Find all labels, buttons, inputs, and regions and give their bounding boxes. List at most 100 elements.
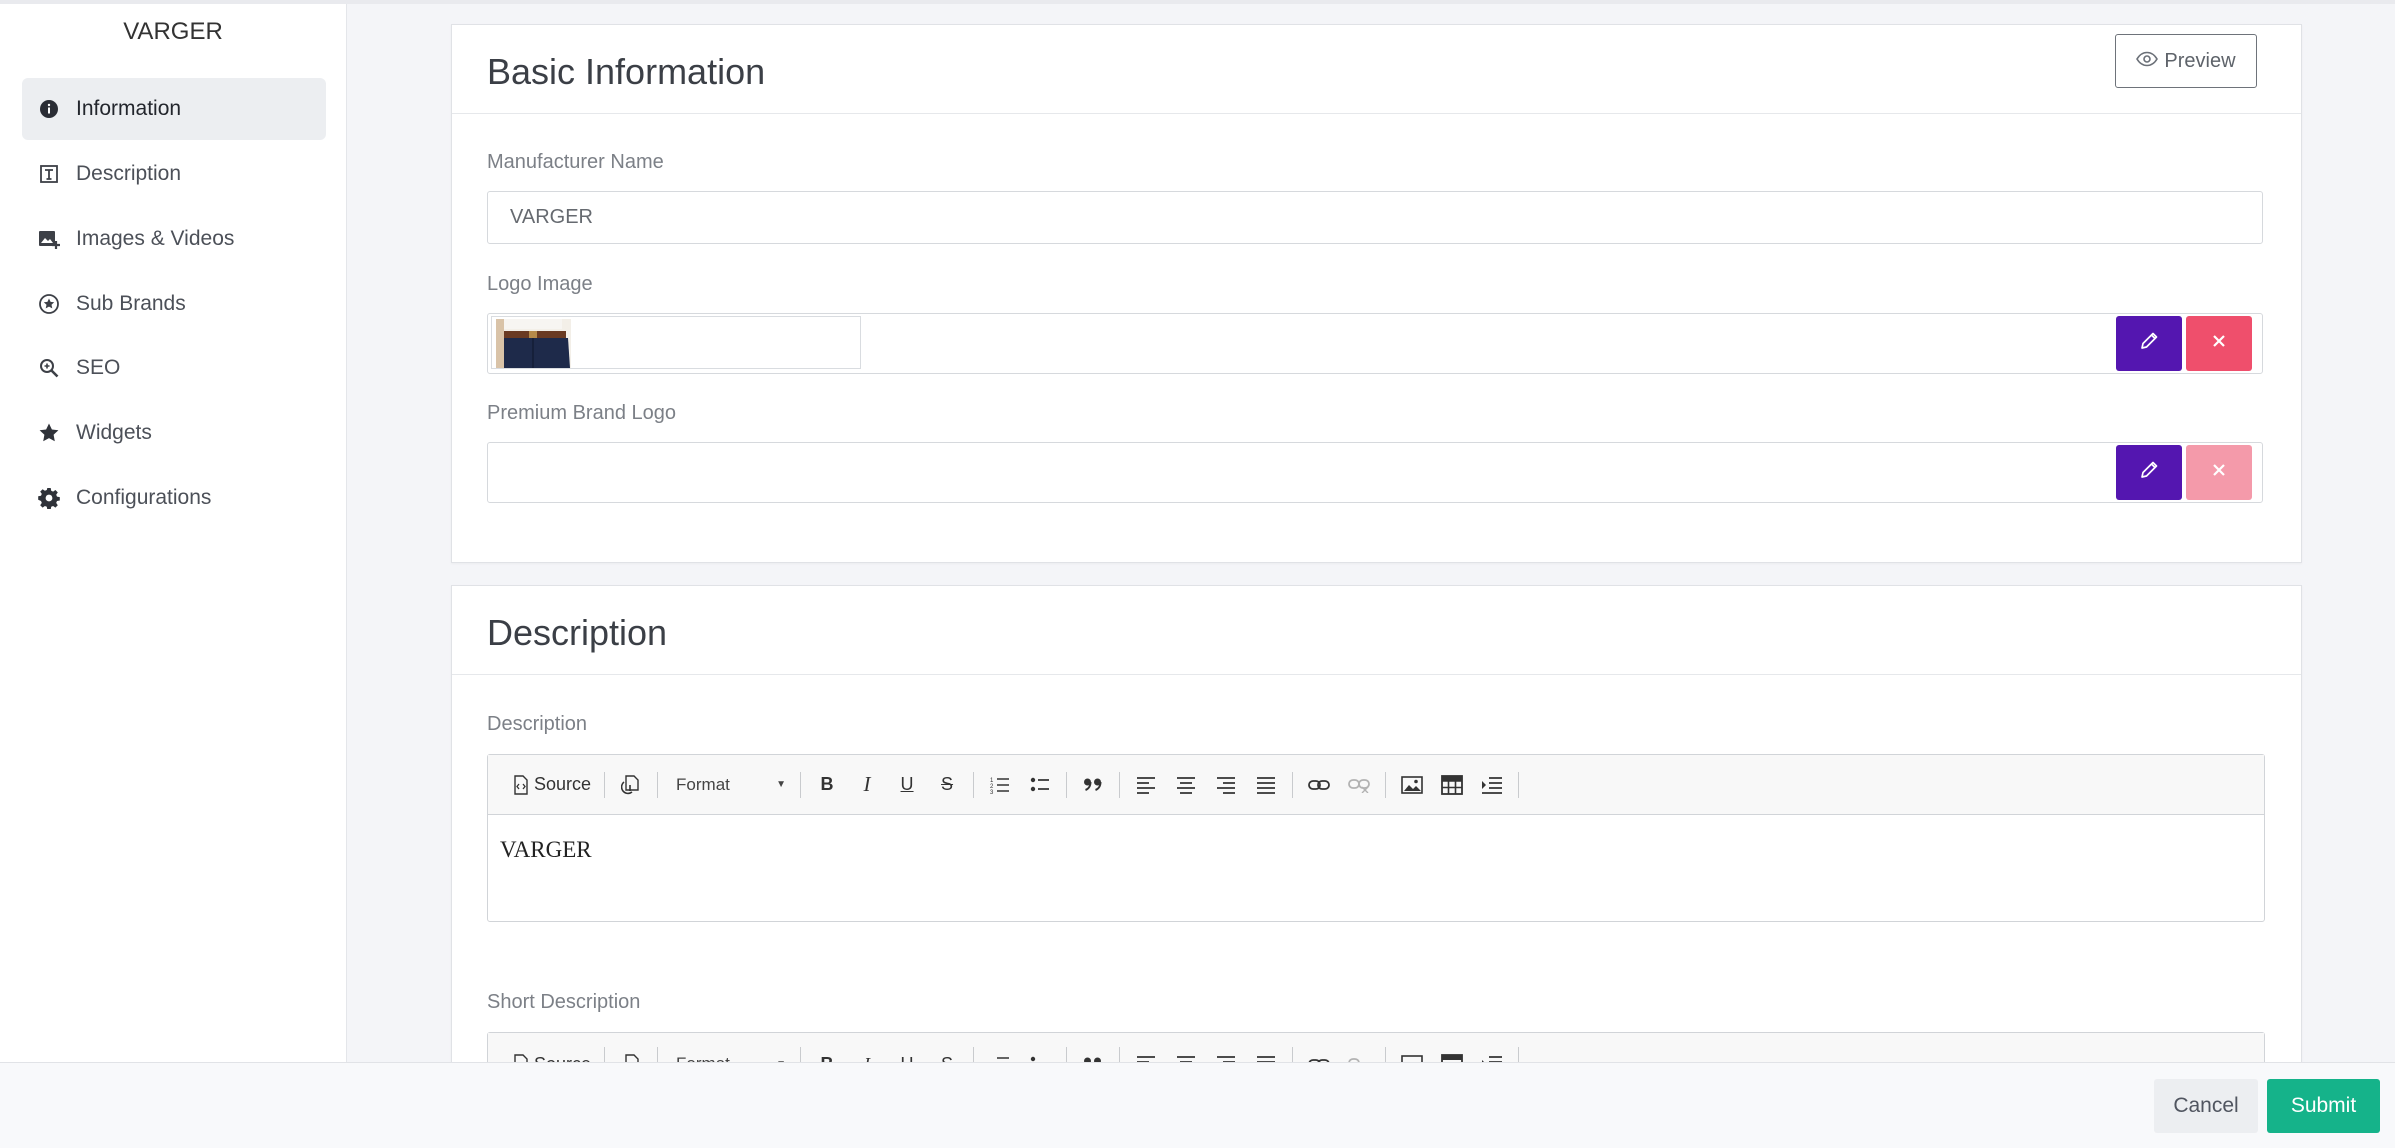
- basic-information-title: Basic Information: [487, 51, 766, 92]
- underline-button[interactable]: U: [890, 768, 924, 802]
- submit-button[interactable]: Submit: [2267, 1079, 2380, 1133]
- unlink-button[interactable]: [1342, 768, 1376, 802]
- search-zoom-icon: [36, 355, 62, 381]
- bold-icon: B: [820, 774, 834, 794]
- svg-text:3: 3: [990, 790, 994, 794]
- star-icon: [36, 420, 62, 446]
- sidebar-item-label: Description: [76, 162, 182, 185]
- strikethrough-button[interactable]: S: [930, 768, 964, 802]
- sidebar-item-label: Information: [76, 97, 182, 120]
- bold-button[interactable]: B: [810, 768, 844, 802]
- short-description-label: Short Description: [487, 991, 641, 1013]
- description-title: Description: [487, 612, 668, 653]
- premium-brand-logo-label: Premium Brand Logo: [487, 402, 676, 424]
- logo-image-field: [487, 313, 2263, 374]
- close-icon: [2211, 333, 2227, 354]
- blockquote-button[interactable]: [1076, 768, 1110, 802]
- align-right-icon: [1216, 776, 1236, 794]
- align-left-icon: [1136, 776, 1156, 794]
- numbered-list-button[interactable]: 123: [983, 768, 1017, 802]
- align-right-button[interactable]: [1209, 768, 1243, 802]
- indent-icon: [1481, 776, 1503, 794]
- sidebar-item-images-videos[interactable]: Images & Videos: [22, 208, 326, 270]
- italic-button[interactable]: I: [850, 768, 884, 802]
- source-label: Source: [534, 774, 592, 794]
- preview-label: Preview: [2164, 49, 2236, 72]
- image-icon: [1401, 775, 1423, 794]
- logo-image-label: Logo Image: [487, 273, 593, 295]
- eye-icon: [2136, 50, 2164, 73]
- edit-logo-button[interactable]: [2116, 316, 2182, 371]
- sidebar-item-seo[interactable]: SEO: [22, 337, 326, 399]
- sidebar-item-sub-brands[interactable]: Sub Brands: [22, 273, 326, 335]
- align-center-button[interactable]: [1169, 768, 1203, 802]
- toolbar-separator: [1518, 771, 1520, 798]
- sidebar-item-label: Widgets: [76, 421, 152, 444]
- logo-thumbnail-frame: [491, 316, 861, 369]
- toolbar-separator: [1119, 771, 1121, 798]
- align-center-icon: [1176, 776, 1196, 794]
- sidebar-item-description[interactable]: Description: [22, 143, 326, 205]
- bulleted-list-button[interactable]: [1023, 768, 1057, 802]
- sidebar-item-widgets[interactable]: Widgets: [22, 402, 326, 464]
- preview-button[interactable]: Preview: [2115, 34, 2257, 88]
- indent-button[interactable]: [1475, 768, 1509, 802]
- bulleted-list-icon: [1030, 776, 1050, 794]
- insert-image-button[interactable]: [1395, 768, 1429, 802]
- sidebar-item-label: Configurations: [76, 486, 212, 509]
- toolbar-separator: [657, 771, 659, 798]
- star-circle-icon: [36, 291, 62, 317]
- numbered-list-icon: 123: [990, 776, 1010, 794]
- text-box-icon: [36, 161, 62, 187]
- info-circle-icon: [36, 96, 62, 122]
- edit-premium-logo-button[interactable]: [2116, 445, 2182, 500]
- link-button[interactable]: [1302, 768, 1336, 802]
- logo-thumbnail-image: [496, 319, 571, 368]
- manufacturer-name-input[interactable]: [487, 191, 2263, 244]
- pencil-icon: [2138, 459, 2160, 486]
- caret-down-icon: ▼: [776, 779, 787, 790]
- brand-name: VARGER: [123, 18, 223, 45]
- remove-premium-logo-button[interactable]: [2186, 445, 2252, 500]
- toolbar-separator: [1066, 771, 1068, 798]
- gear-icon: [36, 485, 62, 511]
- toolbar-separator: [800, 771, 802, 798]
- sidebar-item-configurations[interactable]: Configurations: [22, 467, 326, 529]
- editor-toolbar: Source Format ▼ B I U S 123: [488, 755, 2264, 815]
- premium-brand-logo-field: [487, 442, 2263, 503]
- manufacturer-name-label: Manufacturer Name: [487, 151, 664, 173]
- align-left-button[interactable]: [1129, 768, 1163, 802]
- pencil-icon: [2138, 330, 2160, 357]
- description-editor: Source Format ▼ B I U S 123 VARGER: [487, 754, 2265, 922]
- image-add-icon: [36, 226, 62, 252]
- paste-from-word-button[interactable]: [614, 768, 648, 802]
- cancel-button[interactable]: Cancel: [2154, 1079, 2258, 1133]
- insert-table-button[interactable]: [1435, 768, 1469, 802]
- description-editor-content[interactable]: VARGER: [488, 815, 2264, 919]
- justify-button[interactable]: [1249, 768, 1283, 802]
- sidebar-item-information[interactable]: Information: [22, 78, 326, 140]
- toolbar-separator: [1292, 771, 1294, 798]
- description-card: Description Description Source Format ▼: [451, 585, 2302, 1093]
- toolbar-separator: [973, 771, 975, 798]
- format-label: Format: [676, 774, 730, 794]
- sidebar: VARGER Information Description Images & …: [0, 4, 347, 1062]
- basic-information-card: Basic Information Preview Manufacturer N…: [451, 24, 2302, 563]
- italic-icon: I: [863, 772, 871, 796]
- quote-icon: [1083, 777, 1103, 793]
- card-header: Description: [452, 586, 2301, 675]
- form-footer: Cancel Submit: [0, 1062, 2395, 1148]
- card-header: Basic Information Preview: [452, 25, 2301, 114]
- link-icon: [1308, 778, 1330, 792]
- strikethrough-icon: S: [941, 774, 954, 794]
- toolbar-separator: [1385, 771, 1387, 798]
- toolbar-separator: [604, 771, 606, 798]
- remove-logo-button[interactable]: [2186, 316, 2252, 371]
- paste-icon: [621, 774, 641, 796]
- table-icon: [1441, 774, 1463, 795]
- unlink-icon: [1348, 777, 1370, 793]
- source-icon: [513, 774, 529, 795]
- source-button[interactable]: Source: [509, 768, 595, 802]
- sidebar-item-label: Images & Videos: [76, 227, 235, 250]
- format-dropdown[interactable]: Format ▼: [664, 768, 794, 802]
